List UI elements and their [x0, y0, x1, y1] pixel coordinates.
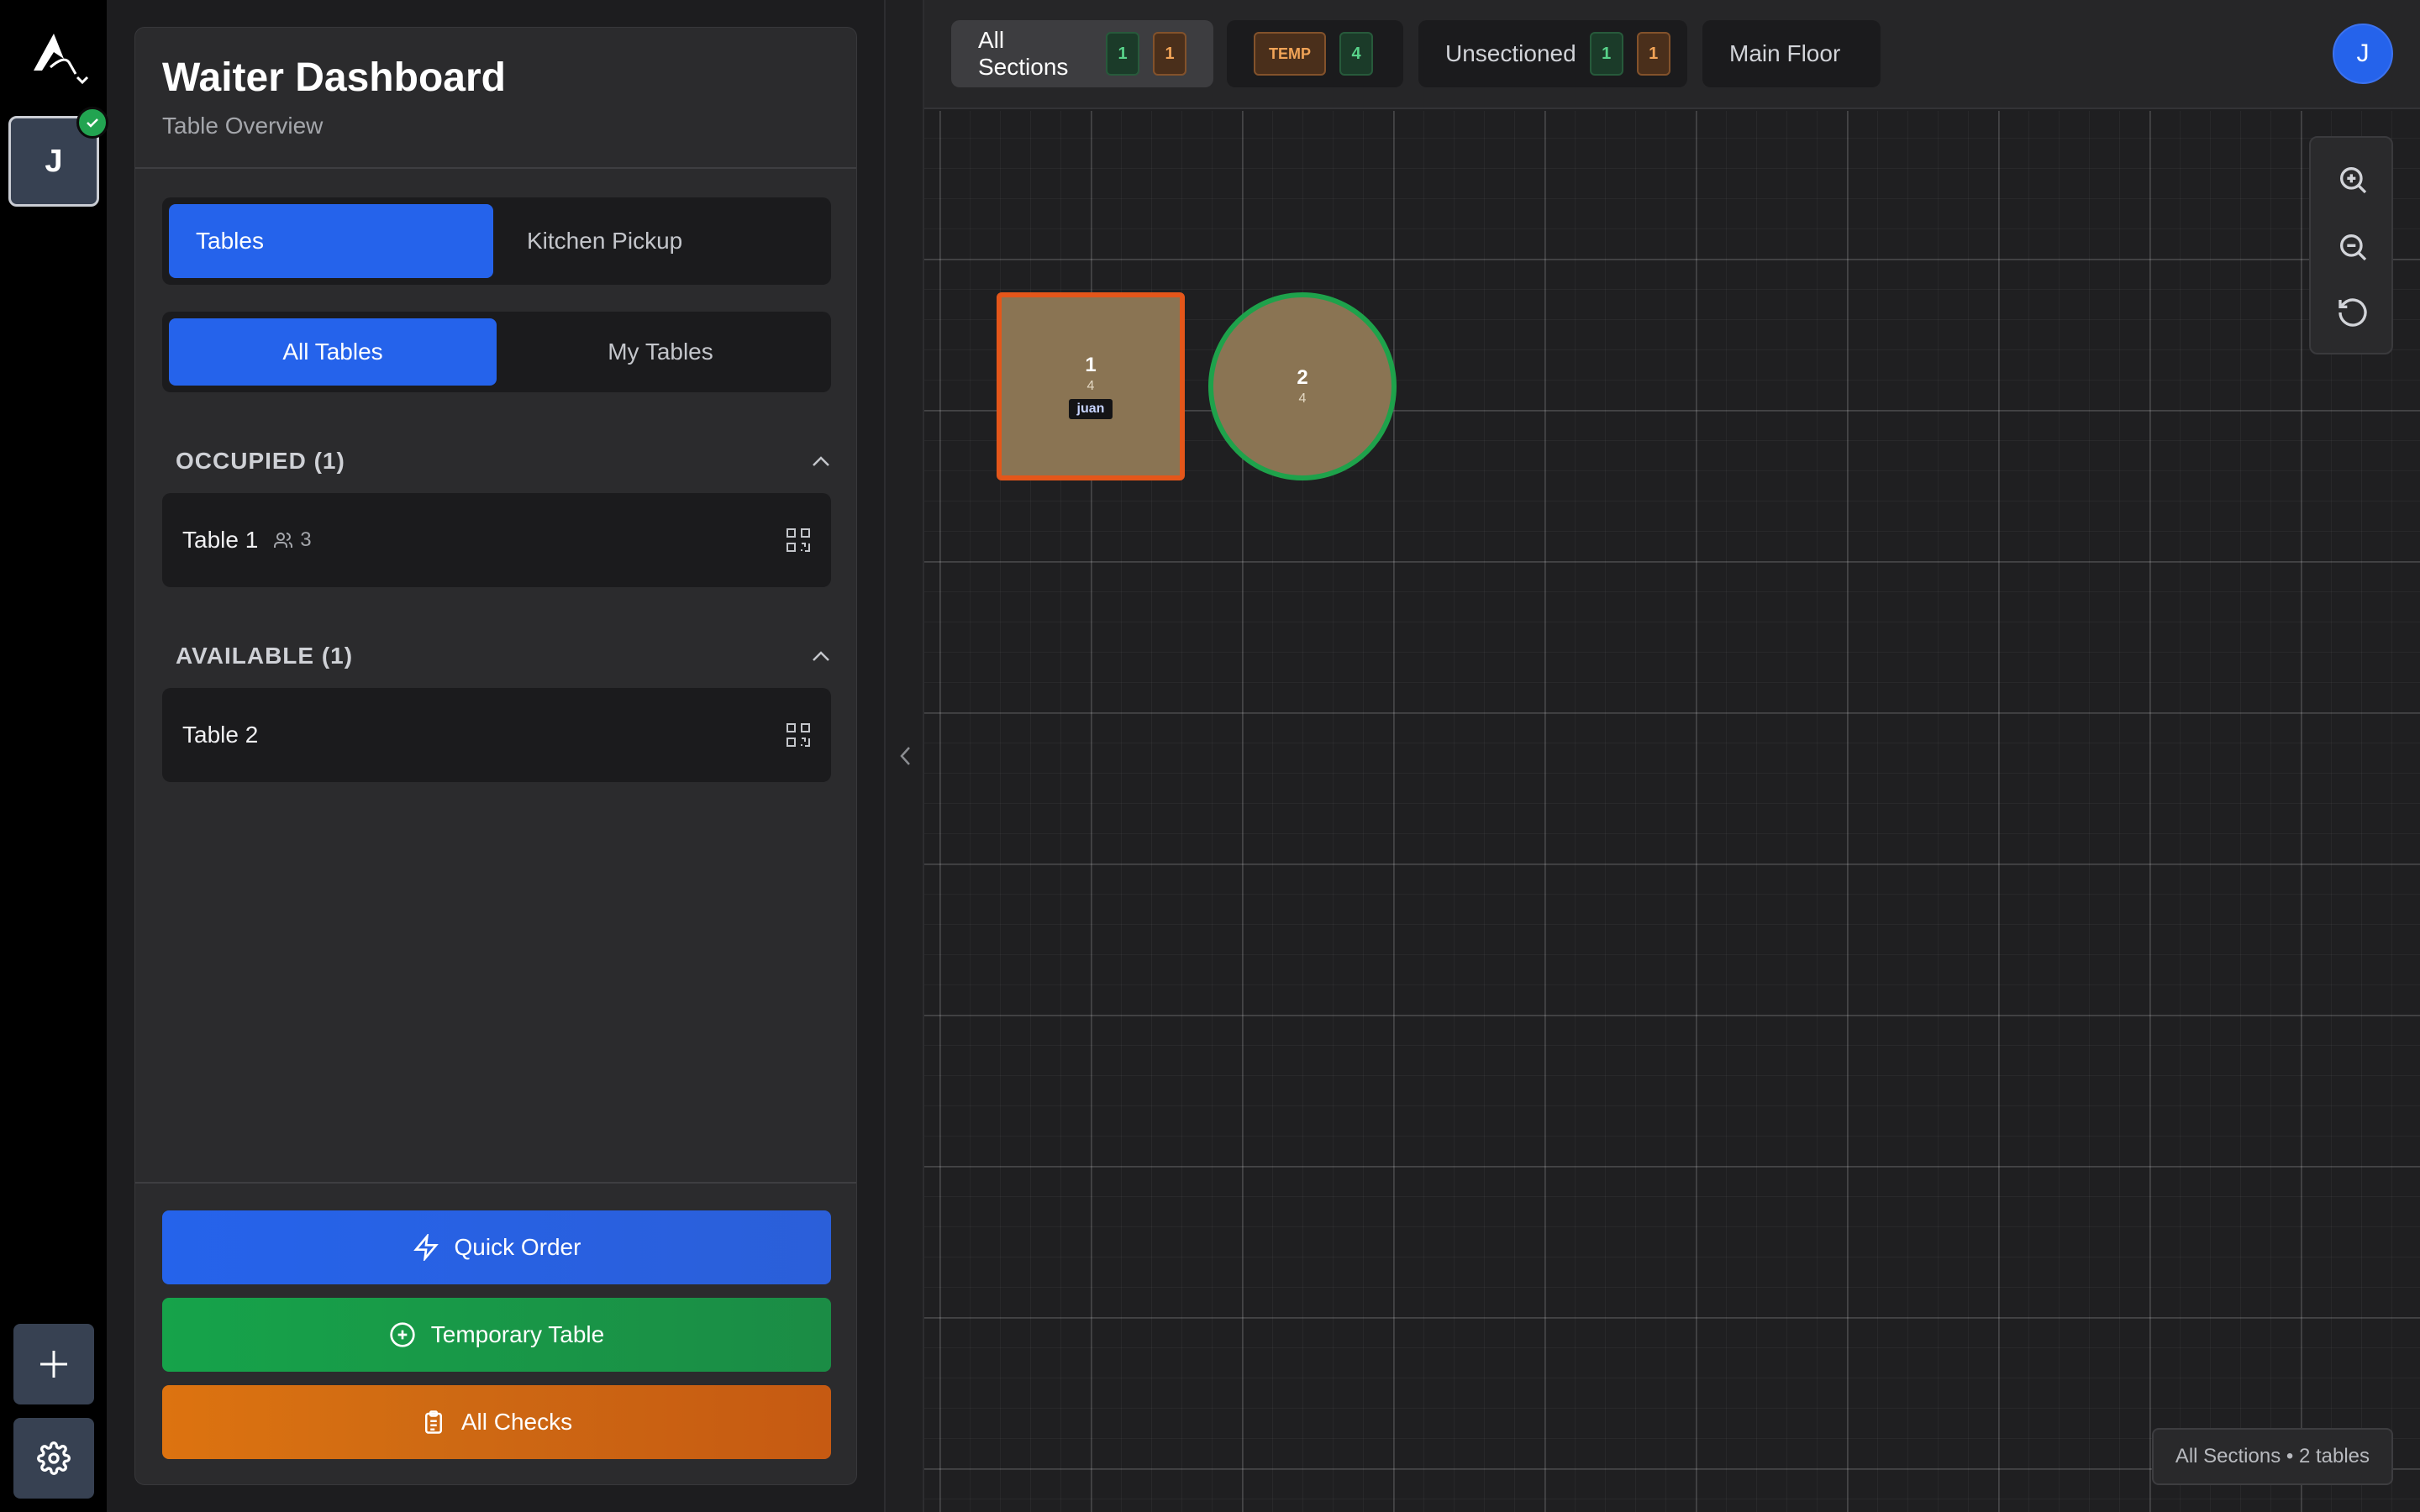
clipboard-icon [424, 1410, 442, 1434]
user-initial: J [45, 143, 63, 179]
section-label: TEMP [1254, 32, 1327, 76]
user-initial: J [2356, 39, 2370, 67]
quick-order-label: Quick Order [454, 1234, 581, 1260]
tab-my-tables[interactable]: My Tables [497, 318, 824, 386]
view-tabs: Tables Kitchen Pickup [162, 197, 831, 285]
chevron-up-icon [813, 651, 829, 661]
table-row[interactable]: Table 2 [162, 688, 831, 782]
filter-tabs: All Tables My Tables [162, 312, 831, 392]
tab-all-sections[interactable]: All Sections 1 1 [951, 20, 1213, 87]
page-title: Waiter Dashboard [162, 55, 506, 100]
panel-header: Waiter Dashboard Table Overview [135, 28, 856, 169]
all-checks-label: All Checks [460, 1409, 573, 1435]
available-group-header[interactable]: AVAILABLE (1) [176, 643, 831, 669]
table-capacity: 4 [1086, 379, 1095, 393]
gear-icon [37, 1441, 71, 1475]
tab-all-tables[interactable]: All Tables [169, 318, 497, 386]
chevron-left-icon [900, 747, 910, 765]
tab-unsectioned[interactable]: Unsectioned 1 1 [1418, 20, 1687, 87]
occupied-group-title: OCCUPIED (1) [176, 448, 345, 474]
user-avatar[interactable]: J [8, 107, 108, 207]
server-tag: juan [1068, 399, 1113, 419]
zoom-out-icon[interactable] [2336, 230, 2370, 264]
tab-tables[interactable]: Tables [169, 204, 493, 278]
table-number: 1 [1085, 354, 1097, 376]
add-button[interactable] [13, 1324, 94, 1404]
guest-count: 3 [273, 528, 312, 552]
count-badge: 1 [1636, 32, 1670, 76]
tab-temp[interactable]: TEMP 4 [1227, 20, 1403, 87]
temporary-table-button[interactable]: Temporary Table [162, 1298, 831, 1372]
table-row[interactable]: Table 1 3 [162, 493, 831, 587]
floor-table-1[interactable]: 1 4 juan [997, 292, 1185, 480]
panel-actions: Quick Order Temporary Table All Checks [135, 1182, 856, 1484]
all-checks-button[interactable]: All Checks [162, 1385, 831, 1459]
zoom-in-icon[interactable] [2336, 163, 2370, 197]
guest-count-value: 3 [300, 528, 312, 551]
floor-grid-canvas[interactable]: 1 4 juan 2 4 All Sections • 2 tables [924, 111, 2420, 1512]
lightning-icon [413, 1234, 439, 1261]
section-tabs-bar: All Sections 1 1 TEMP 4 Unsectioned 1 1 … [924, 0, 2420, 109]
chevron-up-icon [813, 456, 829, 466]
table-capacity: 4 [1298, 391, 1307, 406]
app-logo-icon[interactable] [30, 30, 91, 91]
settings-button[interactable] [13, 1418, 94, 1499]
reset-view-icon[interactable] [2336, 296, 2370, 329]
count-badge: 1 [1589, 32, 1623, 76]
count-badge: 1 [1153, 32, 1186, 76]
plus-circle-icon [390, 1322, 415, 1347]
section-label: All Sections [978, 27, 1069, 80]
users-icon [274, 533, 293, 548]
floor-table-2[interactable]: 2 4 [1208, 292, 1397, 480]
qr-code-icon[interactable] [786, 722, 811, 748]
count-badge: 1 [1106, 32, 1139, 76]
plus-icon [40, 1351, 67, 1378]
table-name: Table 2 [182, 722, 259, 748]
section-info-chip: All Sections • 2 tables [2151, 1428, 2393, 1485]
user-menu-avatar[interactable]: J [2333, 24, 2393, 84]
occupied-group-header[interactable]: OCCUPIED (1) [176, 448, 831, 475]
app-rail: J [0, 0, 108, 1512]
count-badge: 4 [1339, 32, 1374, 76]
section-label: Main Floor [1729, 40, 1841, 66]
section-label: Unsectioned [1445, 40, 1576, 66]
tab-kitchen-pickup[interactable]: Kitchen Pickup [493, 204, 824, 278]
qr-code-icon[interactable] [786, 528, 811, 553]
table-name: Table 1 [182, 527, 259, 553]
check-icon [76, 107, 108, 139]
waiter-panel: Waiter Dashboard Table Overview Tables K… [134, 27, 857, 1485]
floor-plan: All Sections 1 1 TEMP 4 Unsectioned 1 1 … [924, 0, 2420, 1512]
tab-main-floor[interactable]: Main Floor [1702, 20, 1881, 87]
table-number: 2 [1297, 366, 1308, 389]
available-group-title: AVAILABLE (1) [176, 643, 354, 669]
temporary-table-label: Temporary Table [430, 1321, 605, 1347]
quick-order-button[interactable]: Quick Order [162, 1210, 831, 1284]
panel-collapse-handle[interactable] [884, 0, 924, 1512]
zoom-controls [2309, 136, 2393, 354]
page-subtitle: Table Overview [162, 113, 324, 139]
